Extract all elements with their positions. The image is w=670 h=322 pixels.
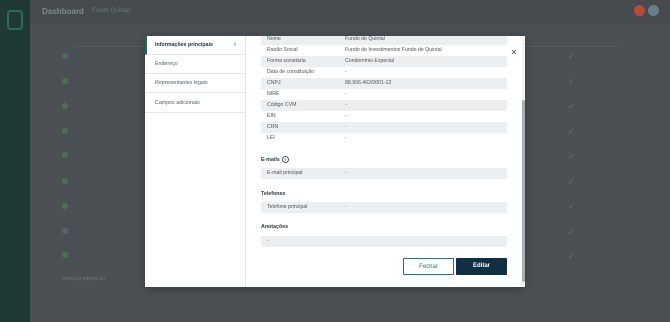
modal-section-nav: Informações principais › Endereço Repres… [145,36,246,287]
info-value: Fundo de Investimentos Fundo de Quintal [345,47,442,53]
info-label: NIRE [267,91,280,97]
app-logo [7,10,23,30]
info-row-cnpj: CNPJ 88.906.462/0001-12 [261,78,507,89]
info-label: CNPJ [267,80,281,86]
bg-row-icon [62,252,68,258]
notification-badge [634,5,645,16]
bg-check-icon: ✓ [568,127,575,136]
bg-check-icon: ✓ [568,177,575,186]
nav-item-main-info[interactable]: Informações principais › [145,36,245,55]
info-label: Data de constituição [267,69,315,75]
bg-check-icon: ✓ [568,202,575,211]
info-label: Código CVM [267,102,297,108]
bg-row-icon [62,228,68,234]
info-label: CRN [267,124,279,130]
scrollbar-thumb[interactable] [522,100,525,282]
info-value: - [345,113,347,119]
info-value: Fundo de Quintal [345,36,385,42]
info-value: - [345,69,347,75]
info-row-nire: NIRE - [261,89,507,100]
notes-value: - [267,238,269,244]
info-label: E-mail principal [267,170,303,176]
bg-check-icon: ✓ [568,227,575,236]
app-sidebar [0,0,30,322]
notes-section-title: Anotações [261,224,289,230]
nav-item-additional-fields[interactable]: Campos adicionais [145,94,245,113]
info-label: Razão Social [267,47,298,53]
bg-check-icon: ✓ [568,152,575,161]
app-page-title: Dashboard [42,7,84,16]
info-row-crn: CRN - [261,122,507,133]
info-row-company-name: Razão Social Fundo de Investimentos Fundo… [261,45,507,56]
info-label: Nome [267,36,281,42]
bg-row-icon [62,53,68,59]
help-circle-icon[interactable]: ? [281,156,289,163]
info-row-corporate-form: Forma societária Condomínio Especial [261,56,507,67]
info-value: - [345,204,347,210]
info-label: Telefone principal [267,204,308,210]
nav-item-label: Representantes legais [155,80,208,86]
info-row-constitution-date: Data de constituição - [261,67,507,78]
bg-row-icon [62,103,68,109]
notes-row: - [261,236,507,247]
app-page-subtitle: Fundo Quintal [92,8,130,14]
nav-item-legal-representatives[interactable]: Representantes legais [145,74,245,93]
nav-item-label: Informações principais [155,42,213,48]
info-value: Condomínio Especial [345,58,395,64]
modal-content: Nome Fundo de Quintal Razão Social Fundo d… [246,36,511,287]
info-value: 88.906.462/0001-12 [345,80,392,86]
nav-item-address[interactable]: Endereço [145,55,245,74]
info-value: - [345,91,347,97]
emails-section-title: E-mails? [261,156,289,163]
close-icon[interactable]: ✕ [509,48,519,58]
info-row-ein: EIN - [261,111,507,122]
bg-check-icon: ✓ [568,102,575,111]
email-row-main: E-mail principal - [261,168,507,179]
info-value: - [345,170,347,176]
user-avatar [648,5,659,16]
nav-item-label: Campos adicionais [155,100,200,106]
details-modal: Informações principais › Endereço Repres… [145,36,525,287]
bg-check-icon: ✓ [568,52,575,61]
bg-row-icon [62,178,68,184]
info-label: EIN [267,113,276,119]
close-button[interactable]: Fechar [403,258,454,275]
bg-row-icon [62,128,68,134]
info-row-name: Nome Fundo de Quintal [261,36,507,45]
bg-row-icon [62,203,68,209]
info-value: - [345,102,347,108]
phones-section-title: Telefones [261,191,286,197]
info-value: - [345,135,347,141]
edit-button[interactable]: Editar [456,258,507,275]
nav-item-label: Endereço [155,61,178,67]
info-label: Forma societária [267,58,306,64]
bg-check-icon: ✓ [568,252,575,261]
info-row-lei: LEI - [261,133,507,144]
bg-pagination: Itens por página 10 [62,276,105,282]
info-row-cvm-code: Código CVM - [261,100,507,111]
chevron-right-icon: › [234,42,236,48]
bg-row-icon [62,78,68,84]
info-value: - [345,124,347,130]
info-label: LEI [267,135,275,141]
phone-row-main: Telefone principal - [261,202,507,213]
bg-row-icon [62,152,68,158]
bg-check-icon: ✓ [568,77,575,86]
